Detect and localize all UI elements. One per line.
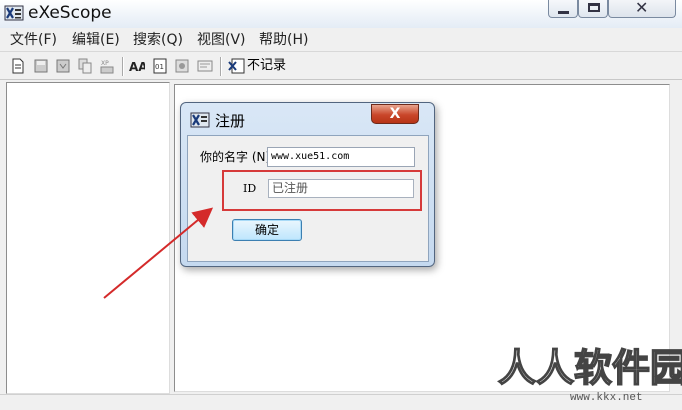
exescope-dialog-icon [190, 112, 210, 128]
menu-search[interactable]: 搜索(Q) [133, 31, 183, 49]
watermark: 人人软件园 www.kkx.net [488, 345, 682, 410]
dialog-view-icon[interactable] [197, 58, 213, 74]
toolbar: XP AA 01 不记录 [0, 53, 682, 80]
dialog-body: 你的名字 (N) www.xue51.com ID 已注册 确定 [187, 135, 429, 262]
open-file-icon[interactable] [11, 58, 25, 74]
menu-edit[interactable]: 编辑(E) [72, 31, 120, 49]
svg-text:AA: AA [129, 60, 145, 74]
name-input[interactable]: www.xue51.com [267, 147, 415, 167]
resource-tree-pane[interactable] [6, 82, 170, 394]
maximize-icon [588, 3, 600, 12]
maximize-button[interactable] [578, 0, 608, 18]
id-input[interactable]: 已注册 [268, 179, 414, 198]
no-record-label[interactable]: 不记录 [247, 57, 286, 75]
exescope-app-icon [4, 5, 24, 21]
watermark-url: www.kkx.net [570, 392, 643, 404]
register-dialog: 注册 X 你的名字 (N) www.xue51.com ID 已注册 确定 [180, 102, 435, 267]
minimize-icon [558, 11, 569, 14]
name-label: 你的名字 (N) [200, 150, 271, 164]
record-icon[interactable] [228, 58, 245, 74]
minimize-button[interactable] [548, 0, 578, 18]
close-icon: ✕ [635, 0, 649, 17]
watermark-brand: 人人软件园 [497, 345, 682, 391]
resource-icon[interactable] [175, 58, 189, 74]
window-title: eXeScope [28, 3, 112, 23]
title-bar: eXeScope ✕ [0, 0, 682, 28]
svg-text:XP: XP [101, 60, 109, 67]
save-as-icon[interactable] [56, 58, 70, 74]
toolbar-separator [122, 57, 124, 76]
menu-file[interactable]: 文件(F) [10, 31, 57, 49]
menu-help[interactable]: 帮助(H) [259, 31, 308, 49]
close-icon: X [389, 106, 401, 122]
copy-icon[interactable] [78, 58, 92, 74]
dialog-close-button[interactable]: X [371, 104, 419, 124]
id-label: ID [243, 182, 257, 195]
window-close-button[interactable]: ✕ [608, 0, 676, 18]
ok-button[interactable]: 确定 [232, 219, 302, 241]
save-file-icon[interactable] [34, 58, 48, 74]
menu-view[interactable]: 视图(V) [197, 31, 246, 49]
menu-bar: 文件(F) 编辑(E) 搜索(Q) 视图(V) 帮助(H) [0, 28, 682, 52]
svg-text:01: 01 [155, 63, 164, 71]
toolbar-separator [220, 57, 222, 76]
dialog-title: 注册 [215, 112, 246, 130]
binary-view-icon[interactable]: 01 [153, 58, 167, 74]
export-icon[interactable]: XP [100, 58, 114, 74]
font-icon[interactable]: AA [129, 58, 145, 74]
